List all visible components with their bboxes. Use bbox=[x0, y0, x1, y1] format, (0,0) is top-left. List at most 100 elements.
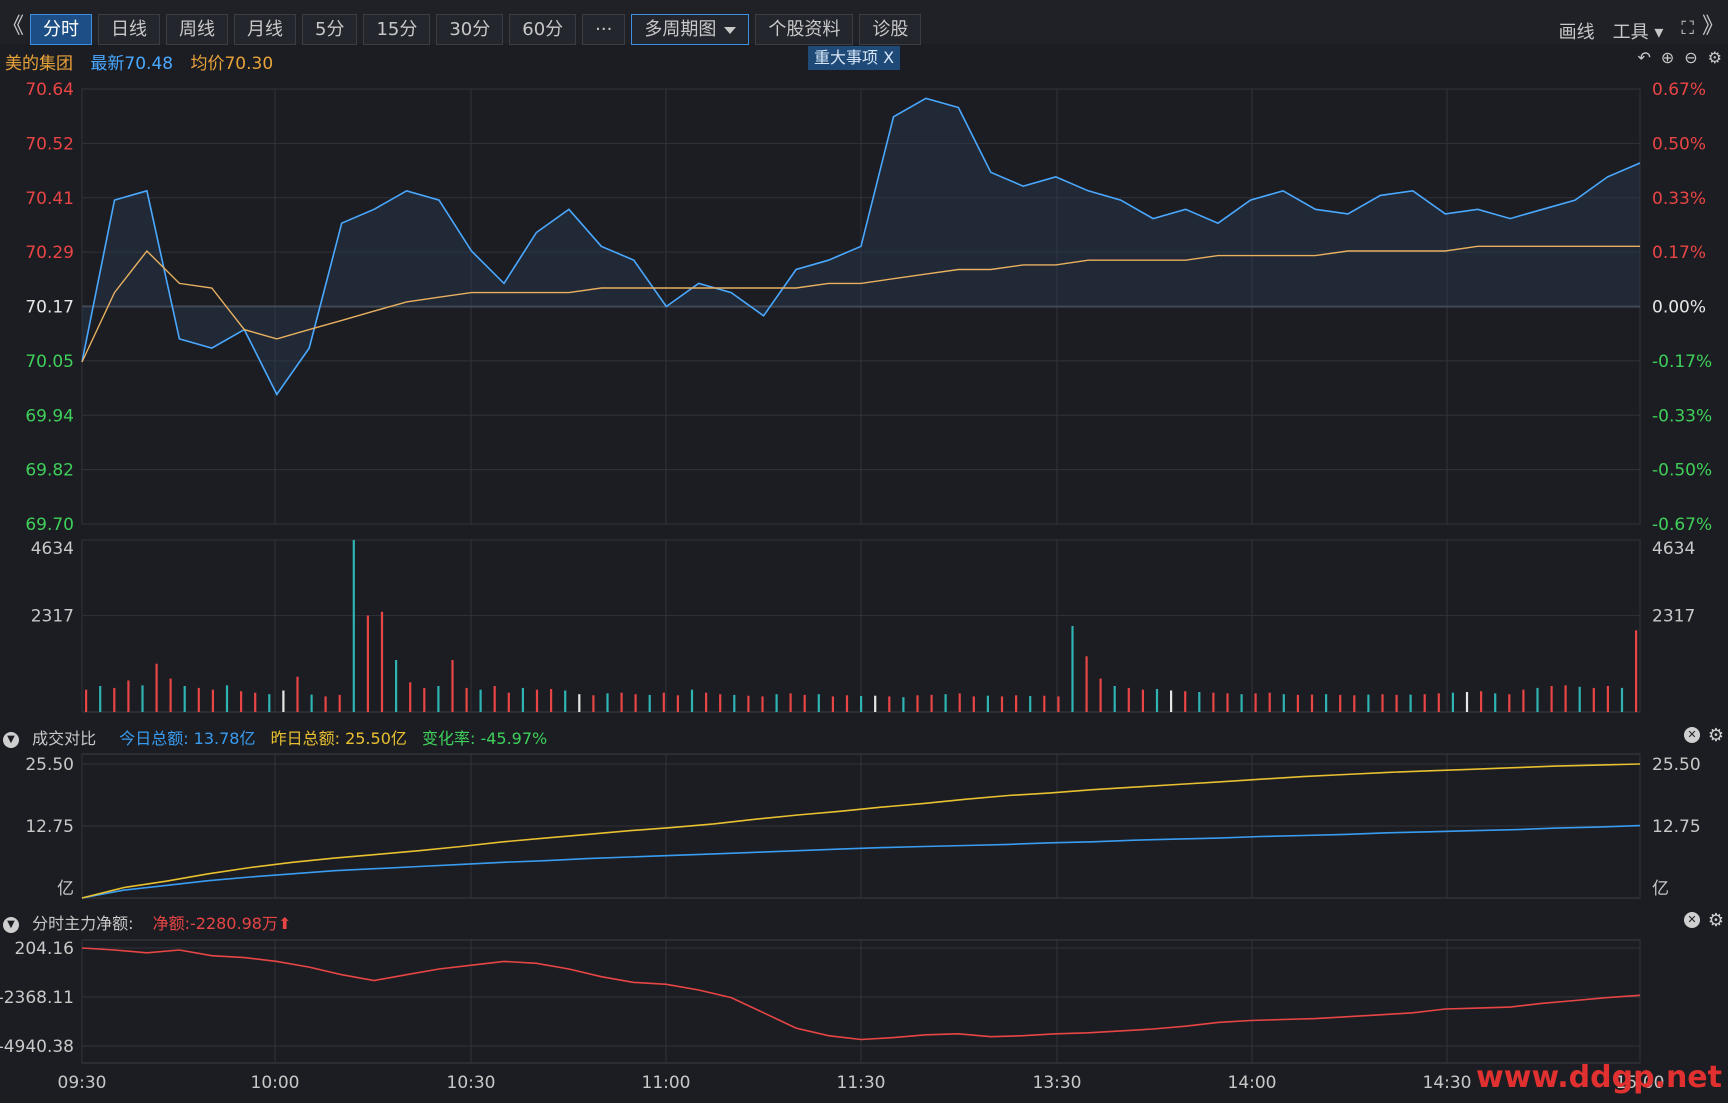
volume-bar bbox=[1085, 656, 1088, 712]
volume-bar bbox=[1437, 693, 1440, 712]
volume-bar bbox=[1395, 694, 1398, 712]
volume-bar bbox=[1212, 692, 1215, 712]
volume-bar bbox=[395, 660, 398, 712]
volume-bar bbox=[521, 687, 524, 712]
volume-bar bbox=[197, 687, 200, 712]
volume-bar bbox=[1113, 686, 1116, 712]
volume-bar bbox=[465, 687, 468, 712]
volume-bar bbox=[1522, 689, 1525, 712]
volume-bar bbox=[564, 690, 567, 712]
volume-bar bbox=[1578, 686, 1581, 712]
time-tick-label: 10:00 bbox=[251, 1073, 300, 1093]
volume-bar bbox=[803, 694, 806, 712]
volume-bar bbox=[592, 695, 595, 712]
volume-bar bbox=[719, 694, 722, 712]
volume-bar bbox=[761, 696, 764, 712]
volume-bar bbox=[507, 692, 510, 712]
volume-bar bbox=[437, 686, 440, 712]
turnover-tick-label: 亿 bbox=[57, 879, 74, 899]
turnover-tick-label: 亿 bbox=[1652, 879, 1669, 899]
price-tick-label: 69.82 bbox=[25, 461, 74, 481]
volume-bar bbox=[1606, 686, 1609, 712]
volume-bar bbox=[1043, 695, 1046, 712]
volume-bar bbox=[535, 689, 539, 712]
time-tick-label: 11:00 bbox=[642, 1073, 691, 1093]
price-tick-label: 70.17 bbox=[25, 298, 74, 318]
time-tick-label: 14:00 bbox=[1228, 1073, 1277, 1093]
volume-bar bbox=[1240, 694, 1243, 712]
volume-bar bbox=[1536, 687, 1539, 712]
volume-bar bbox=[479, 689, 482, 712]
volume-bar bbox=[1015, 695, 1018, 712]
volume-bar bbox=[1141, 689, 1144, 712]
flow-tick-label: 204.16 bbox=[15, 939, 74, 959]
time-tick-label: 13:30 bbox=[1033, 1073, 1082, 1093]
volume-bar bbox=[324, 696, 327, 712]
volume-bar bbox=[1550, 686, 1553, 712]
volume-bar bbox=[817, 694, 820, 712]
volume-bar bbox=[705, 692, 708, 712]
volume-bar bbox=[352, 540, 355, 712]
pct-tick-label: 0.17% bbox=[1652, 243, 1706, 263]
volume-bar bbox=[789, 693, 792, 712]
volume-bar bbox=[1592, 687, 1595, 712]
pct-tick-label: 0.33% bbox=[1652, 189, 1706, 209]
volume-bar bbox=[1635, 630, 1638, 712]
volume-bar bbox=[1367, 694, 1370, 712]
volume-bar bbox=[1310, 694, 1314, 712]
turnover-tick-label: 12.75 bbox=[1652, 817, 1701, 837]
volume-bar bbox=[113, 687, 116, 712]
pct-tick-label: -0.67% bbox=[1652, 515, 1712, 535]
volume-bar bbox=[958, 693, 961, 712]
volume-bar bbox=[338, 694, 341, 712]
pct-tick-label: 0.00% bbox=[1652, 298, 1706, 318]
volume-bar bbox=[1339, 694, 1342, 712]
volume-bar bbox=[1254, 693, 1257, 712]
price-tick-label: 70.29 bbox=[25, 243, 74, 263]
volume-bar bbox=[944, 694, 947, 712]
volume-bar bbox=[282, 690, 285, 712]
volume-bar bbox=[155, 663, 158, 712]
intraday-chart[interactable]: 70.64 70.52 70.41 70.29 70.17 70.05 69.94 69.82… bbox=[0, 0, 1728, 1103]
price-tick-label: 70.64 bbox=[25, 80, 74, 100]
time-tick-label: 14:30 bbox=[1423, 1073, 1472, 1093]
volume-bar bbox=[183, 686, 186, 712]
volume-bar bbox=[1057, 696, 1060, 712]
turnover-tick-label: 25.50 bbox=[25, 755, 74, 775]
turnover-tick-label: 25.50 bbox=[1652, 755, 1701, 775]
pct-tick-label: 0.50% bbox=[1652, 134, 1706, 154]
volume-bar bbox=[930, 694, 933, 712]
volume-tick-label: 4634 bbox=[31, 539, 74, 559]
volume-bar bbox=[1000, 696, 1004, 712]
volume-bar bbox=[1508, 694, 1511, 712]
volume-bar bbox=[493, 686, 496, 712]
volume-bar bbox=[225, 685, 229, 712]
volume-bar bbox=[690, 689, 694, 712]
volume-tick-label: 4634 bbox=[1652, 539, 1695, 559]
volume-bar bbox=[902, 697, 905, 712]
price-tick-label: 70.05 bbox=[25, 352, 74, 372]
volume-bar bbox=[676, 695, 679, 712]
volume-bar bbox=[874, 695, 877, 712]
price-tick-label: 69.70 bbox=[25, 515, 74, 535]
volume-bar bbox=[268, 694, 271, 712]
volume-bar bbox=[986, 695, 989, 712]
volume-bar bbox=[620, 692, 623, 712]
volume-bar bbox=[423, 687, 426, 712]
flow-tick-label: -2368.11 bbox=[0, 988, 74, 1008]
volume-bar bbox=[662, 692, 665, 712]
volume-bar bbox=[845, 695, 849, 712]
volume-bar bbox=[240, 691, 243, 712]
volume-bar bbox=[578, 694, 581, 712]
watermark: www.ddgp.net bbox=[1476, 1060, 1722, 1095]
volume-bar bbox=[141, 685, 144, 712]
volume-bar bbox=[747, 695, 750, 712]
volume-bar bbox=[1071, 626, 1074, 712]
pct-tick-label: -0.17% bbox=[1652, 352, 1712, 372]
volume-bar bbox=[1353, 695, 1356, 712]
volume-bar bbox=[972, 696, 975, 712]
flow-tick-label: -4940.38 bbox=[0, 1037, 74, 1057]
volume-bar bbox=[1198, 692, 1201, 712]
volume-bar bbox=[1480, 691, 1483, 712]
volume-bar bbox=[1409, 694, 1412, 712]
